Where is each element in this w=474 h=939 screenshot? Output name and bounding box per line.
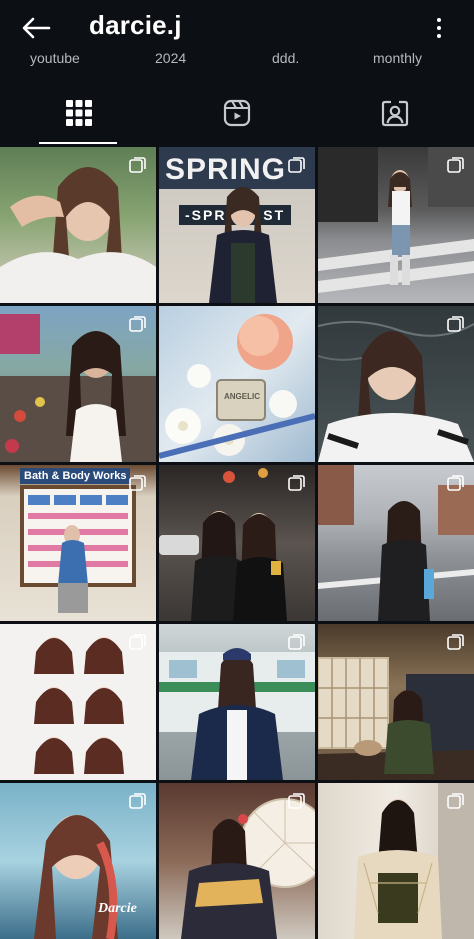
multiple-posts-icon	[129, 793, 146, 809]
more-vertical-icon	[437, 18, 441, 22]
posts-grid: SPRING -SPRING ST ANGELIC Bath & Body Wo…	[0, 147, 474, 939]
grid-icon	[66, 100, 92, 126]
multiple-posts-icon	[288, 475, 305, 491]
back-button[interactable]	[18, 12, 54, 44]
multiple-posts-icon	[129, 316, 146, 332]
more-options-button[interactable]	[430, 13, 448, 43]
post-tile[interactable]: Bath & Body Works	[0, 465, 156, 621]
post-tile[interactable]	[318, 624, 474, 780]
multiple-posts-icon	[288, 793, 305, 809]
multiple-posts-icon	[447, 475, 464, 491]
highlight-label[interactable]: youtube	[30, 50, 80, 66]
reels-icon	[223, 99, 251, 127]
tab-tagged[interactable]	[316, 80, 474, 146]
poster-caption: Darcie	[98, 901, 137, 916]
multiple-posts-icon	[447, 793, 464, 809]
multiple-posts-icon	[447, 157, 464, 173]
post-tile[interactable]	[318, 465, 474, 621]
multiple-posts-icon	[129, 634, 146, 650]
highlight-label[interactable]: ddd.	[272, 50, 299, 66]
post-tile[interactable]: Darcie	[0, 783, 156, 939]
multiple-posts-icon	[288, 157, 305, 173]
multiple-posts-icon	[129, 475, 146, 491]
tab-reels[interactable]	[158, 80, 316, 146]
post-tile[interactable]	[318, 783, 474, 939]
post-tile[interactable]	[318, 147, 474, 303]
active-tab-indicator	[39, 142, 117, 144]
post-image	[159, 314, 315, 459]
post-tile[interactable]	[159, 465, 315, 621]
arrow-left-icon	[22, 17, 51, 39]
tab-posts-grid[interactable]	[0, 80, 158, 146]
tagged-person-icon	[381, 100, 409, 127]
multiple-posts-icon	[129, 157, 146, 173]
post-tile[interactable]	[159, 783, 315, 939]
highlight-label[interactable]: 2024	[155, 50, 186, 66]
multiple-posts-icon	[447, 316, 464, 332]
post-tile[interactable]	[318, 306, 474, 462]
post-tile[interactable]: ANGELIC	[159, 306, 315, 462]
story-highlights-row: youtube 2024 ddd. monthly	[0, 48, 474, 66]
post-tile[interactable]	[0, 624, 156, 780]
post-tile[interactable]: SPRING -SPRING ST	[159, 147, 315, 303]
multiple-posts-icon	[288, 634, 305, 650]
multiple-posts-icon	[447, 634, 464, 650]
post-tile[interactable]	[0, 306, 156, 462]
post-tile[interactable]	[159, 624, 315, 780]
profile-tabs	[0, 80, 474, 146]
profile-username: darcie.j	[89, 10, 182, 40]
post-tile[interactable]	[0, 147, 156, 303]
highlight-label[interactable]: monthly	[373, 50, 422, 66]
bottle-label: ANGELIC	[224, 392, 260, 401]
